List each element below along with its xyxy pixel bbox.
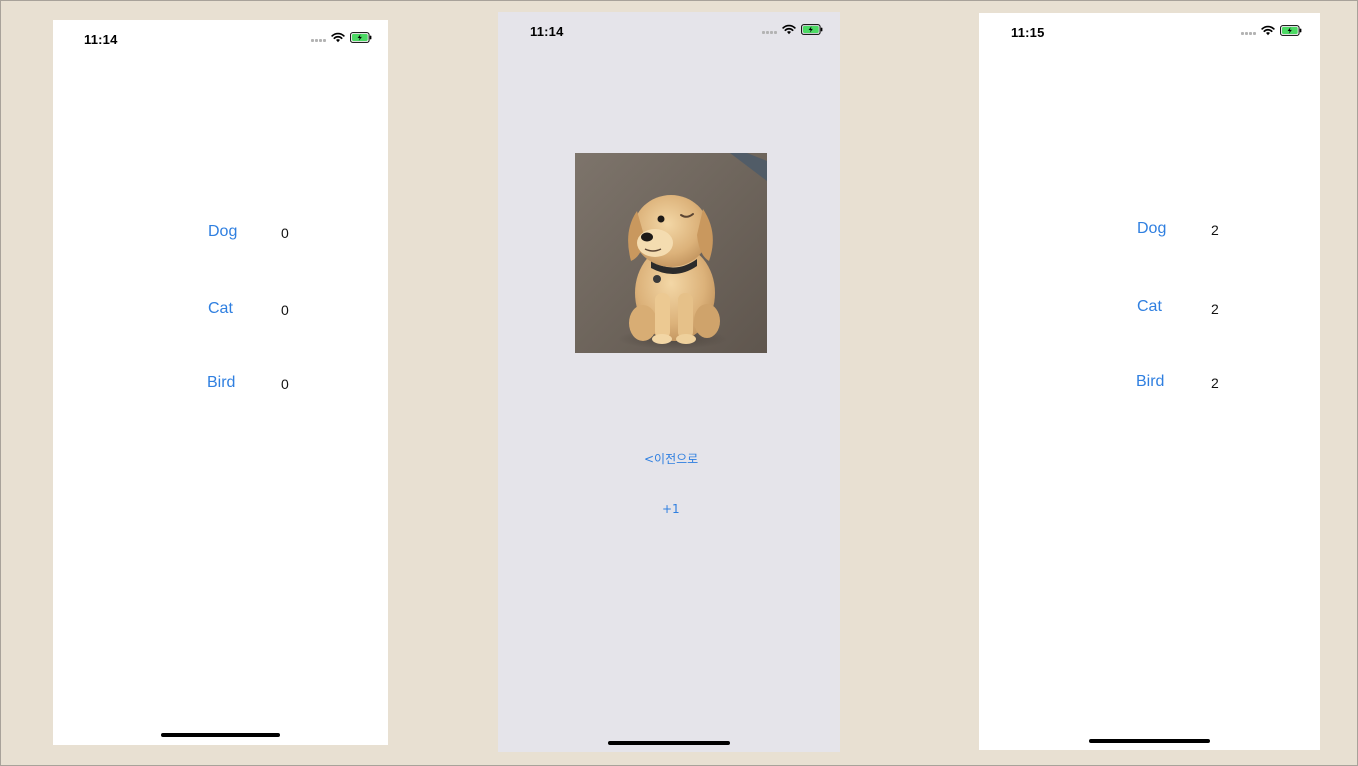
dog-button[interactable]: Dog	[208, 223, 237, 241]
cat-count-label: 2	[1211, 301, 1219, 317]
bird-count-label: 0	[281, 376, 289, 392]
status-icons	[762, 24, 823, 35]
cat-button[interactable]: Cat	[1137, 298, 1162, 316]
back-button[interactable]: <이전으로	[644, 450, 698, 467]
status-time: 11:15	[1011, 25, 1045, 40]
dog-photo	[575, 153, 767, 353]
cellular-signal-icon	[311, 34, 326, 42]
home-indicator[interactable]	[1089, 739, 1210, 743]
battery-charging-icon	[1279, 25, 1301, 36]
detail-screen: 11:14 <이전으로 +1	[498, 12, 840, 752]
status-time: 11:14	[530, 24, 564, 39]
status-icons	[1241, 25, 1302, 36]
bird-count-label: 2	[1211, 375, 1219, 391]
wifi-icon	[330, 32, 345, 43]
wifi-icon	[781, 24, 796, 35]
increment-button[interactable]: +1	[662, 502, 680, 516]
status-time: 11:14	[84, 32, 118, 47]
cellular-signal-icon	[1241, 27, 1256, 35]
dog-count-label: 2	[1211, 222, 1219, 238]
battery-charging-icon	[349, 32, 371, 43]
home-indicator[interactable]	[161, 733, 280, 737]
list-screen-initial: 11:14 Dog 0 Cat 0 Bird 0	[53, 20, 388, 745]
cellular-signal-icon	[762, 26, 777, 34]
home-indicator[interactable]	[608, 741, 730, 745]
list-screen-updated: 11:15 Dog 2 Cat 2 Bird 2	[979, 13, 1320, 750]
status-icons	[311, 32, 372, 43]
cat-button[interactable]: Cat	[208, 300, 233, 318]
bird-button[interactable]: Bird	[207, 374, 235, 392]
battery-charging-icon	[800, 24, 822, 35]
bird-button[interactable]: Bird	[1136, 373, 1164, 391]
wifi-icon	[1260, 25, 1275, 36]
dog-count-label: 0	[281, 225, 289, 241]
dog-button[interactable]: Dog	[1137, 220, 1166, 238]
cat-count-label: 0	[281, 302, 289, 318]
